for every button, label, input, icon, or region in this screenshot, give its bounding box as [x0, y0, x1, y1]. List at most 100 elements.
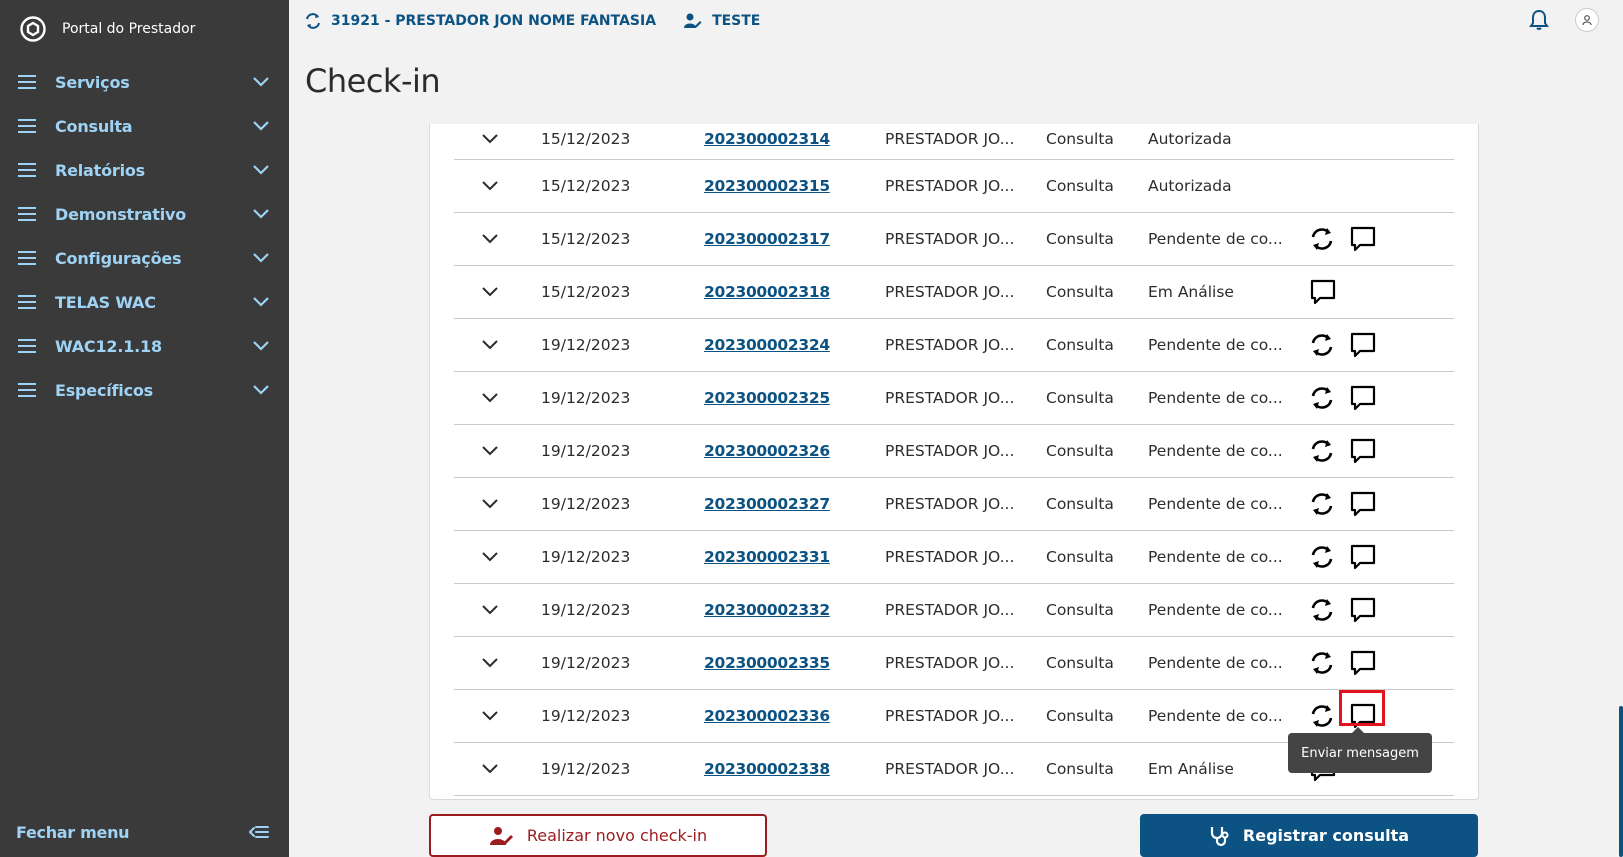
menu-icon	[18, 339, 36, 353]
sync-icon[interactable]	[1309, 597, 1335, 623]
message-icon[interactable]	[1349, 225, 1377, 253]
sidebar-item[interactable]: Consulta	[0, 104, 289, 148]
sidebar-item[interactable]: Demonstrativo	[0, 192, 289, 236]
sidebar-item-label: Serviços	[55, 72, 130, 92]
row-number-link[interactable]: 202300002317	[704, 230, 830, 248]
scrollbar-thumb[interactable]	[1619, 706, 1623, 857]
sidebar-item-label: Específicos	[55, 380, 153, 400]
expand-row-icon[interactable]	[482, 658, 498, 668]
sidebar-item[interactable]: WAC12.1.18	[0, 324, 289, 368]
stethoscope-icon	[1210, 826, 1229, 846]
row-status: Pendente de co...	[1148, 601, 1283, 619]
expand-row-icon[interactable]	[482, 764, 498, 774]
new-checkin-button[interactable]: Realizar novo check-in	[429, 814, 767, 857]
row-type: Consulta	[1046, 601, 1114, 619]
expand-row-icon[interactable]	[482, 393, 498, 403]
table-row: 15/12/2023 202300002318 PRESTADOR JO... Con…	[454, 266, 1454, 319]
expand-row-icon[interactable]	[482, 234, 498, 244]
row-date: 15/12/2023	[541, 177, 631, 195]
row-date: 19/12/2023	[541, 548, 631, 566]
register-consult-button[interactable]: Registrar consulta	[1140, 814, 1478, 857]
message-icon[interactable]	[1309, 278, 1337, 306]
sidebar-item[interactable]: TELAS WAC	[0, 280, 289, 324]
user-add-icon	[489, 826, 513, 845]
row-status: Em Análise	[1148, 283, 1234, 301]
logo-icon	[20, 16, 46, 42]
message-icon[interactable]	[1349, 596, 1377, 624]
row-number-link[interactable]: 202300002326	[704, 442, 830, 460]
row-date: 15/12/2023	[541, 230, 631, 248]
avatar[interactable]	[1575, 8, 1599, 32]
expand-row-icon[interactable]	[482, 133, 498, 144]
sidebar-item[interactable]: Configurações	[0, 236, 289, 280]
sync-icon[interactable]	[1309, 650, 1335, 676]
brand: Portal do Prestador	[0, 0, 289, 58]
row-number-link[interactable]: 202300002314	[704, 130, 830, 148]
expand-row-icon[interactable]	[482, 605, 498, 615]
row-status: Pendente de co...	[1148, 442, 1283, 460]
row-number-link[interactable]: 202300002332	[704, 601, 830, 619]
row-date: 19/12/2023	[541, 442, 631, 460]
row-provider: PRESTADOR JO...	[885, 283, 1015, 301]
row-number-link[interactable]: 202300002318	[704, 283, 830, 301]
message-icon[interactable]	[1349, 331, 1377, 359]
row-date: 19/12/2023	[541, 601, 631, 619]
menu-icon	[18, 251, 36, 265]
row-provider: PRESTADOR JO...	[885, 389, 1015, 407]
row-date: 19/12/2023	[541, 654, 631, 672]
new-checkin-label: Realizar novo check-in	[526, 826, 708, 845]
provider-label: 31921 - PRESTADOR JON NOME FANTASIA	[331, 13, 657, 29]
row-provider: PRESTADOR JO...	[885, 495, 1015, 513]
focus-highlight	[1339, 690, 1385, 726]
row-status: Pendente de co...	[1148, 548, 1283, 566]
message-icon[interactable]	[1349, 437, 1377, 465]
collapse-menu-icon	[249, 826, 269, 838]
sync-icon[interactable]	[1309, 703, 1335, 729]
row-number-link[interactable]: 202300002335	[704, 654, 830, 672]
expand-row-icon[interactable]	[482, 711, 498, 721]
close-menu-button[interactable]: Fechar menu	[0, 807, 289, 857]
row-provider: PRESTADOR JO...	[885, 654, 1015, 672]
sync-icon[interactable]	[1309, 385, 1335, 411]
row-number-link[interactable]: 202300002324	[704, 336, 830, 354]
expand-row-icon[interactable]	[482, 181, 498, 191]
row-number-link[interactable]: 202300002331	[704, 548, 830, 566]
sync-icon[interactable]	[1309, 438, 1335, 464]
message-icon[interactable]	[1349, 543, 1377, 571]
row-status: Pendente de co...	[1148, 389, 1283, 407]
menu-icon	[18, 295, 36, 309]
sync-icon[interactable]	[1309, 544, 1335, 570]
row-status: Pendente de co...	[1148, 707, 1283, 725]
sync-icon[interactable]	[1309, 491, 1335, 517]
row-number-link[interactable]: 202300002325	[704, 389, 830, 407]
message-icon[interactable]	[1349, 649, 1377, 677]
provider-switch[interactable]: 31921 - PRESTADOR JON NOME FANTASIA	[305, 13, 656, 29]
sidebar-item[interactable]: Específicos	[0, 368, 289, 412]
table-row: 19/12/2023 202300002335 PRESTADOR JO... Con…	[454, 637, 1454, 690]
user-label: TESTE	[712, 13, 761, 29]
sidebar-item[interactable]: Serviços	[0, 60, 289, 104]
row-provider: PRESTADOR JO...	[885, 336, 1015, 354]
row-number-link[interactable]: 202300002338	[704, 760, 830, 778]
row-date: 19/12/2023	[541, 336, 631, 354]
page-title: Check-in	[305, 62, 441, 100]
expand-row-icon[interactable]	[482, 499, 498, 509]
expand-row-icon[interactable]	[482, 340, 498, 350]
row-status: Pendente de co...	[1148, 336, 1283, 354]
sync-icon[interactable]	[1309, 332, 1335, 358]
expand-row-icon[interactable]	[482, 552, 498, 562]
row-number-link[interactable]: 202300002327	[704, 495, 830, 513]
row-number-link[interactable]: 202300002315	[704, 177, 830, 195]
sidebar-item[interactable]: Relatórios	[0, 148, 289, 192]
message-icon[interactable]	[1349, 384, 1377, 412]
row-date: 19/12/2023	[541, 760, 631, 778]
row-type: Consulta	[1046, 654, 1114, 672]
expand-row-icon[interactable]	[482, 287, 498, 297]
message-icon[interactable]	[1349, 490, 1377, 518]
bell-icon[interactable]	[1527, 8, 1551, 32]
sync-icon[interactable]	[1309, 226, 1335, 252]
row-number-link[interactable]: 202300002336	[704, 707, 830, 725]
expand-row-icon[interactable]	[482, 446, 498, 456]
top-icons	[1527, 8, 1599, 32]
user-menu[interactable]: TESTE	[684, 13, 760, 29]
